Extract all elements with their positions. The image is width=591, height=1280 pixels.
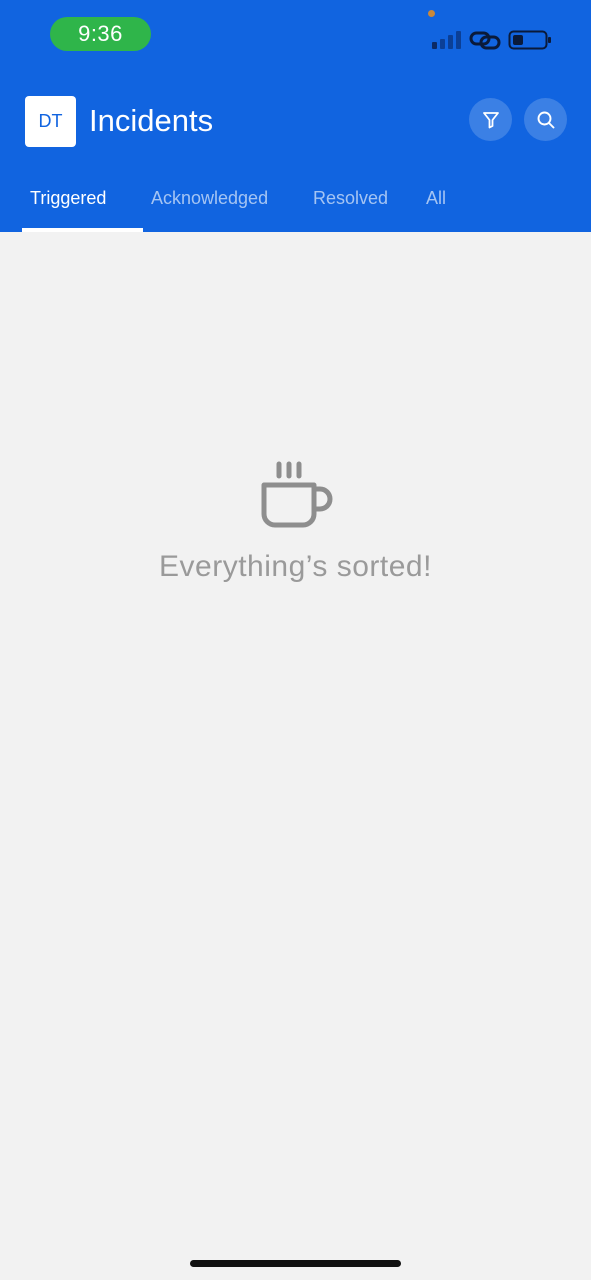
tab-resolved[interactable]: Resolved	[313, 178, 388, 218]
avatar-initials: DT	[38, 111, 63, 131]
empty-state-message: Everything’s sorted!	[159, 550, 432, 583]
filter-button[interactable]	[469, 98, 512, 141]
search-button[interactable]	[524, 98, 567, 141]
account-avatar[interactable]: DT	[25, 96, 76, 147]
active-tab-indicator	[22, 228, 143, 232]
coffee-cup-icon	[261, 461, 333, 528]
incident-tabs: Triggered Acknowledged Resolved All	[0, 178, 591, 232]
camera-indicator-icon	[428, 10, 435, 17]
cellular-signal-icon	[432, 31, 461, 49]
filter-icon	[482, 111, 499, 128]
app-header: 9:36 DT Incidents Triggered Acknowledged…	[0, 0, 591, 232]
page-title: Incidents	[89, 103, 214, 138]
tab-acknowledged[interactable]: Acknowledged	[151, 178, 268, 218]
tab-all[interactable]: All	[426, 178, 446, 218]
battery-icon	[508, 30, 551, 50]
home-indicator[interactable]	[190, 1260, 401, 1267]
search-icon	[537, 111, 554, 128]
tab-triggered[interactable]: Triggered	[30, 178, 106, 218]
personal-hotspot-icon	[469, 31, 501, 50]
status-time: 9:36	[50, 17, 151, 51]
